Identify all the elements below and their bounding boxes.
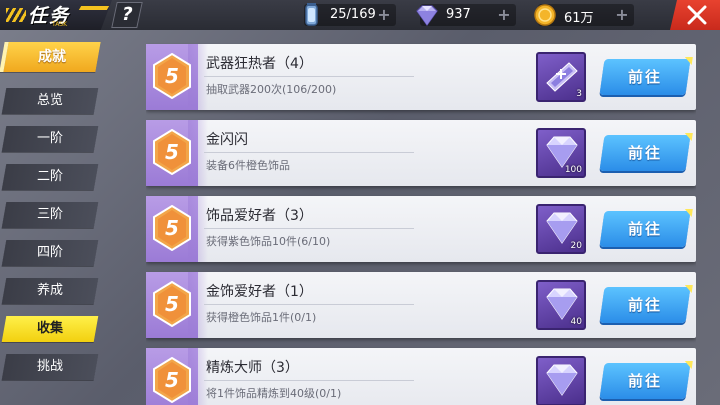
task-name: 饰品爱好者（3） xyxy=(206,208,313,224)
reward-item[interactable] xyxy=(536,356,586,405)
reward-count: 100 xyxy=(564,165,582,175)
rank-level: 5 xyxy=(165,368,179,392)
sidebar-item-overview[interactable]: 总览 xyxy=(1,88,99,114)
reward-count: 3 xyxy=(576,89,582,99)
go-button-corner-decoration xyxy=(683,285,693,293)
page-title-sub: TASK xyxy=(52,21,68,28)
go-button-label: 前往 xyxy=(627,68,662,86)
task-divider xyxy=(204,76,414,77)
rank-hexagon-icon: 5 xyxy=(153,129,191,175)
reward-item[interactable]: 100 xyxy=(536,128,586,178)
task-divider xyxy=(204,380,414,381)
title-accent-decoration xyxy=(78,6,110,10)
help-label: ? xyxy=(119,4,135,25)
sidebar-item-training[interactable]: 养成 xyxy=(1,278,99,304)
task-divider xyxy=(204,228,414,229)
sidebar-item-label: 一阶 xyxy=(36,131,63,146)
go-button-corner-decoration xyxy=(683,361,693,369)
task-description: 装备6件橙色饰品 xyxy=(206,159,290,172)
add-diamond-button[interactable]: + xyxy=(496,7,512,23)
resource-diamond: 937 + xyxy=(416,4,516,27)
sidebar-item-collection[interactable]: 收集 xyxy=(1,316,99,342)
reward-count: 40 xyxy=(570,317,582,327)
go-button-label: 前往 xyxy=(627,220,662,238)
task-name: 武器狂热者（4） xyxy=(206,56,313,72)
go-button-corner-decoration xyxy=(683,133,693,141)
add-gold-button[interactable]: + xyxy=(614,7,630,23)
reward-item[interactable]: 40 xyxy=(536,280,586,330)
task-row: 5 金饰爱好者（1） 获得橙色饰品1件(0/1) 40 前往 xyxy=(146,272,696,338)
sidebar-item-label: 成就 xyxy=(38,49,66,65)
reward-item[interactable]: 20 xyxy=(536,204,586,254)
title-plate: 任务 TASK xyxy=(0,0,112,30)
help-button[interactable]: ? xyxy=(111,2,143,28)
energy-icon xyxy=(305,3,318,26)
task-row: 5 金闪闪 装备6件橙色饰品 100 前往 xyxy=(146,120,696,186)
go-button-corner-decoration xyxy=(683,57,693,65)
sidebar-item-label: 养成 xyxy=(36,283,63,298)
sidebar-item-achievement[interactable]: 成就 xyxy=(0,42,101,72)
rank-hexagon-icon: 5 xyxy=(153,281,191,327)
diamond-icon xyxy=(416,5,438,27)
task-row: 5 饰品爱好者（3） 获得紫色饰品10件(6/10) 20 前往 xyxy=(146,196,696,262)
task-name: 金饰爱好者（1） xyxy=(206,284,313,300)
rank-level: 5 xyxy=(165,64,179,88)
energy-value: 25/169 xyxy=(330,7,376,22)
resource-energy: 25/169 + xyxy=(304,3,396,26)
sidebar-item-tier-1[interactable]: 一阶 xyxy=(1,126,99,152)
sidebar-item-tier-2[interactable]: 二阶 xyxy=(1,164,99,190)
title-stripes-decoration xyxy=(6,8,26,22)
gold-value: 61万 xyxy=(564,11,594,26)
go-button-label: 前往 xyxy=(627,372,662,390)
diamond-icon xyxy=(546,364,578,396)
go-button[interactable]: 前往 xyxy=(599,57,693,95)
close-button[interactable] xyxy=(670,0,720,30)
reward-count: 20 xyxy=(570,241,582,251)
rank-hexagon-icon: 5 xyxy=(153,205,191,251)
add-energy-button[interactable]: + xyxy=(376,7,392,23)
task-description: 获得紫色饰品10件(6/10) xyxy=(206,235,331,248)
task-name: 金闪闪 xyxy=(206,132,248,148)
sidebar-item-label: 二阶 xyxy=(36,169,63,184)
sidebar-item-label: 总览 xyxy=(36,93,63,108)
gold-coin-icon xyxy=(534,4,556,26)
go-button-label: 前往 xyxy=(627,296,662,314)
sidebar-item-label: 挑战 xyxy=(36,359,63,374)
diamond-value: 937 xyxy=(446,7,471,22)
go-button[interactable]: 前往 xyxy=(599,209,693,247)
task-divider xyxy=(204,304,414,305)
task-description: 抽取武器200次(106/200) xyxy=(206,83,337,96)
sidebar-item-tier-4[interactable]: 四阶 xyxy=(1,240,99,266)
rank-level: 5 xyxy=(165,292,179,316)
resource-gold: 61万 + xyxy=(534,4,634,26)
rank-hexagon-icon: 5 xyxy=(153,53,191,99)
task-row: 5 武器狂热者（4） 抽取武器200次(106/200) 3 前往 xyxy=(146,44,696,110)
task-row: 5 精炼大师（3） 将1件饰品精炼到40级(0/1) 前往 xyxy=(146,348,696,405)
sidebar-item-tier-3[interactable]: 三阶 xyxy=(1,202,99,228)
go-button-corner-decoration xyxy=(683,209,693,217)
go-button[interactable]: 前往 xyxy=(599,133,693,171)
rank-hexagon-icon: 5 xyxy=(153,357,191,403)
go-button[interactable]: 前往 xyxy=(599,285,693,323)
go-button[interactable]: 前往 xyxy=(599,361,693,399)
rank-level: 5 xyxy=(165,140,179,164)
top-bar: 任务 TASK ? 25/169 + 937 + 61万 + xyxy=(0,0,720,30)
sidebar-item-label: 四阶 xyxy=(36,245,63,260)
reward-item[interactable]: 3 xyxy=(536,52,586,102)
task-description: 获得橙色饰品1件(0/1) xyxy=(206,311,317,324)
task-name: 精炼大师（3） xyxy=(206,360,299,376)
sidebar-item-label: 收集 xyxy=(36,321,63,336)
sidebar-item-challenge[interactable]: 挑战 xyxy=(1,354,99,380)
sidebar-item-label: 三阶 xyxy=(36,207,63,222)
close-icon xyxy=(687,5,707,25)
task-divider xyxy=(204,152,414,153)
rank-level: 5 xyxy=(165,216,179,240)
go-button-label: 前往 xyxy=(627,144,662,162)
task-list[interactable]: 5 武器狂热者（4） 抽取武器200次(106/200) 3 前往 5 金闪闪 xyxy=(146,40,696,405)
task-description: 将1件饰品精炼到40级(0/1) xyxy=(206,387,342,400)
